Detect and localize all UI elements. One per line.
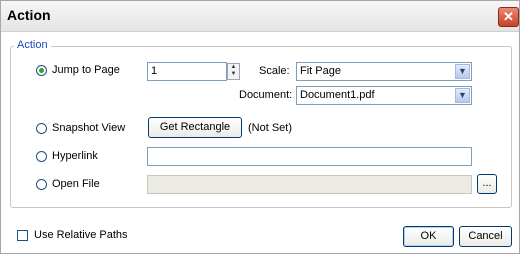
dialog-title: Action (7, 7, 51, 23)
title-bar: Action ✕ (1, 1, 519, 32)
action-group-legend: Action (14, 39, 51, 51)
open-file-label: Open File (52, 178, 100, 190)
cancel-button[interactable]: Cancel (459, 226, 512, 247)
scale-value: Fit Page (300, 65, 341, 77)
browse-button[interactable]: ... (477, 174, 497, 194)
snapshot-view-label: Snapshot View (52, 122, 126, 134)
chevron-down-icon[interactable]: ▼ (455, 64, 470, 79)
spin-down-icon[interactable]: ▼ (228, 71, 239, 78)
jump-to-page-label: Jump to Page (52, 64, 120, 76)
scale-select[interactable]: Fit Page ▼ (296, 62, 472, 81)
jump-to-page-radio[interactable]: Jump to Page (36, 64, 120, 76)
radio-icon (36, 122, 47, 134)
hyperlink-label: Hyperlink (52, 150, 98, 162)
document-label: Document: (239, 89, 293, 101)
document-value: Document1.pdf (300, 89, 375, 101)
close-icon[interactable]: ✕ (498, 7, 519, 27)
use-relative-paths-checkbox[interactable] (17, 230, 28, 241)
open-file-input[interactable] (147, 175, 472, 194)
page-number-input[interactable]: 1 (147, 62, 227, 81)
radio-selected-icon (36, 64, 47, 76)
rectangle-status: (Not Set) (248, 122, 293, 134)
open-file-radio[interactable]: Open File (36, 178, 100, 190)
get-rectangle-button[interactable]: Get Rectangle (148, 117, 242, 138)
page-spinner[interactable]: ▲ ▼ (227, 63, 240, 80)
radio-icon (36, 150, 47, 162)
spin-up-icon[interactable]: ▲ (228, 64, 239, 71)
chevron-down-icon[interactable]: ▼ (455, 88, 470, 103)
snapshot-view-radio[interactable]: Snapshot View (36, 122, 125, 134)
scale-label: Scale: (259, 65, 290, 77)
ok-button[interactable]: OK (403, 226, 454, 247)
document-select[interactable]: Document1.pdf ▼ (296, 86, 472, 105)
radio-icon (36, 178, 47, 190)
hyperlink-input[interactable] (147, 147, 472, 166)
hyperlink-radio[interactable]: Hyperlink (36, 150, 98, 162)
use-relative-paths-label: Use Relative Paths (34, 229, 128, 241)
